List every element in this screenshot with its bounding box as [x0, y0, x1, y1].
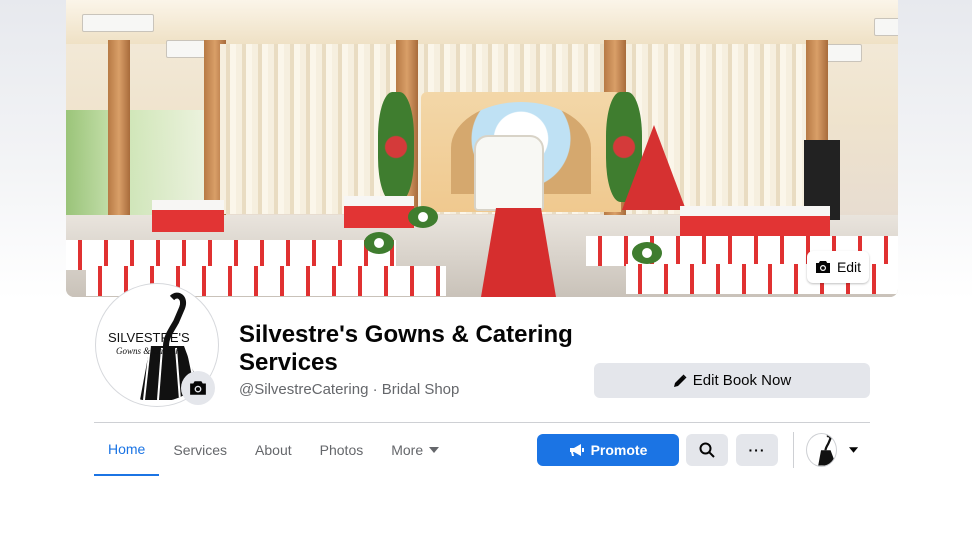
cover-centerpiece: [632, 242, 662, 264]
search-button[interactable]: [686, 434, 728, 466]
search-icon: [699, 442, 715, 458]
tab-about[interactable]: About: [241, 424, 306, 476]
tab-services[interactable]: Services: [159, 424, 241, 476]
cover-table: [152, 200, 224, 232]
cover-table: [344, 196, 414, 228]
mini-profile-picture: [806, 433, 837, 467]
toolbar-separator: [793, 432, 794, 468]
cover-centerpiece: [408, 206, 438, 228]
cover-curtain: [220, 44, 396, 214]
tab-label: Photos: [319, 442, 364, 458]
edit-book-now-label: Edit Book Now: [692, 372, 792, 389]
logo-text-line1: SILVESTRE'S: [108, 330, 190, 345]
page-title: Silvestre's Gowns & Catering Services: [239, 321, 573, 376]
tab-label: Services: [173, 442, 228, 458]
edit-cover-button[interactable]: Edit: [807, 251, 869, 283]
brand-logo: [818, 435, 836, 466]
edit-book-now-button[interactable]: Edit Book Now: [594, 363, 870, 398]
megaphone-icon: [569, 444, 584, 456]
tab-home[interactable]: Home: [94, 424, 160, 476]
promote-button[interactable]: Promote: [537, 434, 679, 466]
camera-icon: [815, 261, 830, 273]
tab-label: About: [255, 442, 292, 458]
page-category[interactable]: Bridal Shop: [382, 381, 460, 398]
camera-icon: [190, 381, 206, 395]
cover-ceiling: [66, 0, 898, 44]
more-options-button[interactable]: ···: [736, 434, 778, 466]
caret-down-icon: [848, 447, 858, 453]
tab-label: Home: [108, 441, 146, 457]
logo-text-line2: Gowns & Catering: [116, 346, 185, 356]
update-profile-picture-button[interactable]: [181, 371, 215, 405]
cover-greenery: [378, 92, 414, 202]
page-subline: @SilvestreCatering · Bridal Shop: [239, 381, 459, 398]
header-divider: [94, 422, 870, 423]
tab-label: More: [391, 442, 424, 458]
page-tabs: Home Services About Photos More: [94, 424, 453, 476]
page-username: @SilvestreCatering: [239, 381, 369, 398]
ellipsis-icon: ···: [748, 442, 766, 458]
edit-cover-label: Edit: [836, 259, 862, 275]
pencil-icon: [673, 374, 687, 387]
cover-photo[interactable]: [66, 0, 898, 297]
cover-throne: [474, 135, 544, 211]
aircon-unit: [82, 14, 154, 32]
tab-photos[interactable]: Photos: [306, 424, 378, 476]
cover-table: [680, 206, 830, 238]
aircon-unit: [874, 18, 898, 36]
caret-down-icon: [429, 447, 440, 453]
tab-more[interactable]: More: [377, 424, 453, 476]
cover-centerpiece: [364, 232, 394, 254]
subline-separator: ·: [372, 381, 378, 398]
profile-switcher[interactable]: [806, 433, 858, 467]
promote-label: Promote: [590, 442, 648, 458]
cover-pillar: [108, 40, 130, 240]
